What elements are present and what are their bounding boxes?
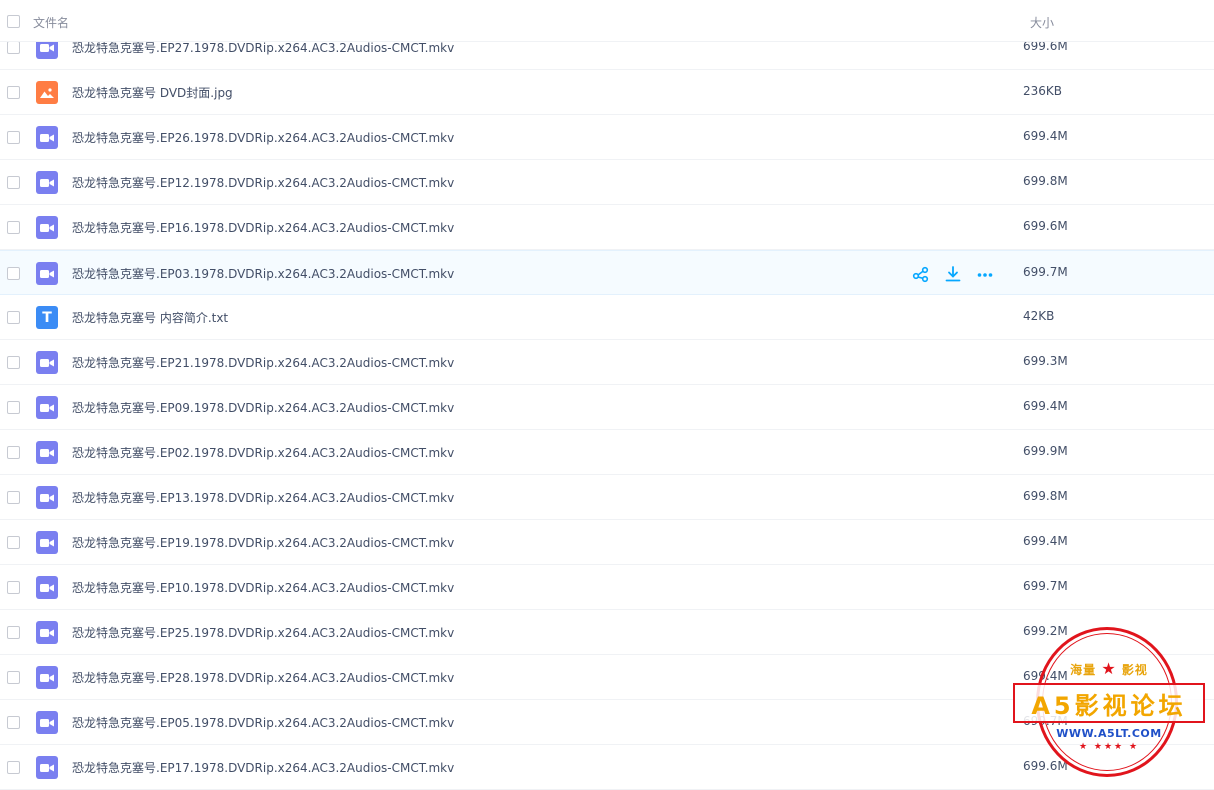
file-name[interactable]: 恐龙特急克塞号.EP16.1978.DVDRip.x264.AC3.2Audio… — [72, 219, 454, 236]
video-file-icon — [36, 216, 58, 239]
video-file-icon — [36, 351, 58, 374]
file-name[interactable]: 恐龙特急克塞号.EP21.1978.DVDRip.x264.AC3.2Audio… — [72, 354, 454, 371]
video-file-icon — [36, 126, 58, 149]
star-icon: ★ — [1101, 659, 1117, 678]
video-file-icon — [36, 666, 58, 689]
file-size: 699.4M — [1023, 129, 1068, 143]
row-checkbox[interactable] — [7, 626, 20, 639]
stamp-stars-icon: ★ ★★★ ★ — [1078, 742, 1140, 752]
file-name[interactable]: 恐龙特急克塞号.EP05.1978.DVDRip.x264.AC3.2Audio… — [72, 714, 454, 731]
file-row[interactable]: 恐龙特急克塞号.EP10.1978.DVDRip.x264.AC3.2Audio… — [0, 565, 1214, 610]
file-size: 699.8M — [1023, 489, 1068, 503]
watermark-stamp: 海量 ★ 影视 A5影视论坛 WWW.A5LT.COM ★ ★★★ ★ — [1010, 627, 1208, 789]
file-name[interactable]: 恐龙特急克塞号.EP12.1978.DVDRip.x264.AC3.2Audio… — [72, 174, 454, 191]
file-row[interactable]: 恐龙特急克塞号 DVD封面.jpg 236KB — [0, 70, 1214, 115]
file-name[interactable]: 恐龙特急克塞号.EP02.1978.DVDRip.x264.AC3.2Audio… — [72, 444, 454, 461]
stamp-top-left: 海量 — [1070, 663, 1097, 677]
select-all-checkbox[interactable] — [7, 15, 20, 28]
file-row[interactable]: 恐龙特急克塞号.EP21.1978.DVDRip.x264.AC3.2Audio… — [0, 340, 1214, 385]
file-row[interactable]: T 恐龙特急克塞号 内容简介.txt 42KB — [0, 295, 1214, 340]
file-size: 699.7M — [1023, 579, 1068, 593]
video-file-icon — [36, 711, 58, 734]
video-file-icon — [36, 576, 58, 599]
file-name[interactable]: 恐龙特急克塞号.EP03.1978.DVDRip.x264.AC3.2Audio… — [72, 265, 454, 282]
file-name[interactable]: 恐龙特急克塞号.EP25.1978.DVDRip.x264.AC3.2Audio… — [72, 624, 454, 641]
file-name[interactable]: 恐龙特急克塞号.EP10.1978.DVDRip.x264.AC3.2Audio… — [72, 579, 454, 596]
file-name[interactable]: 恐龙特急克塞号.EP28.1978.DVDRip.x264.AC3.2Audio… — [72, 669, 454, 686]
video-file-icon — [36, 441, 58, 464]
file-row[interactable]: 恐龙特急克塞号.EP12.1978.DVDRip.x264.AC3.2Audio… — [0, 160, 1214, 205]
file-name[interactable]: 恐龙特急克塞号.EP17.1978.DVDRip.x264.AC3.2Audio… — [72, 759, 454, 776]
file-name[interactable]: 恐龙特急克塞号.EP19.1978.DVDRip.x264.AC3.2Audio… — [72, 534, 454, 551]
row-checkbox[interactable] — [7, 761, 20, 774]
file-size: 699.6M — [1023, 219, 1068, 233]
share-icon[interactable] — [912, 265, 930, 283]
video-file-icon — [36, 756, 58, 779]
row-checkbox[interactable] — [7, 221, 20, 234]
file-name[interactable]: 恐龙特急克塞号 DVD封面.jpg — [72, 84, 233, 101]
file-row[interactable]: 恐龙特急克塞号.EP26.1978.DVDRip.x264.AC3.2Audio… — [0, 115, 1214, 160]
file-row[interactable]: 恐龙特急克塞号.EP16.1978.DVDRip.x264.AC3.2Audio… — [0, 205, 1214, 250]
stamp-top-right: 影视 — [1121, 663, 1148, 677]
stamp-top-text: 海量 ★ 影视 — [1010, 659, 1208, 678]
file-row[interactable]: 恐龙特急克塞号.EP13.1978.DVDRip.x264.AC3.2Audio… — [0, 475, 1214, 520]
download-icon[interactable] — [944, 265, 962, 283]
row-checkbox[interactable] — [7, 536, 20, 549]
file-size: 236KB — [1023, 84, 1063, 98]
file-name[interactable]: 恐龙特急克塞号 内容简介.txt — [72, 309, 228, 326]
file-row[interactable]: 恐龙特急克塞号.EP03.1978.DVDRip.x264.AC3.2Audio… — [0, 250, 1214, 295]
file-list-header: 文件名 大小 — [0, 0, 1214, 42]
row-checkbox[interactable] — [7, 581, 20, 594]
row-checkbox[interactable] — [7, 311, 20, 324]
more-icon[interactable] — [976, 265, 994, 283]
row-actions — [912, 265, 994, 283]
video-file-icon — [36, 171, 58, 194]
row-checkbox[interactable] — [7, 41, 20, 54]
row-checkbox[interactable] — [7, 671, 20, 684]
text-file-icon: T — [36, 306, 58, 329]
video-file-icon — [36, 262, 58, 285]
row-checkbox[interactable] — [7, 716, 20, 729]
image-file-icon — [36, 81, 58, 104]
row-checkbox[interactable] — [7, 446, 20, 459]
file-size: 699.4M — [1023, 534, 1068, 548]
file-row[interactable]: 恐龙特急克塞号.EP19.1978.DVDRip.x264.AC3.2Audio… — [0, 520, 1214, 565]
column-header-size[interactable]: 大小 — [1030, 14, 1054, 31]
video-file-icon — [36, 486, 58, 509]
row-checkbox[interactable] — [7, 86, 20, 99]
row-checkbox[interactable] — [7, 401, 20, 414]
row-checkbox[interactable] — [7, 131, 20, 144]
video-file-icon — [36, 621, 58, 644]
row-checkbox[interactable] — [7, 356, 20, 369]
row-checkbox[interactable] — [7, 491, 20, 504]
file-name[interactable]: 恐龙特急克塞号.EP26.1978.DVDRip.x264.AC3.2Audio… — [72, 129, 454, 146]
file-name[interactable]: 恐龙特急克塞号.EP09.1978.DVDRip.x264.AC3.2Audio… — [72, 399, 454, 416]
video-file-icon — [36, 396, 58, 419]
file-size: 699.8M — [1023, 174, 1068, 188]
row-checkbox[interactable] — [7, 176, 20, 189]
video-file-icon — [36, 531, 58, 554]
file-size: 699.9M — [1023, 444, 1068, 458]
file-size: 699.7M — [1023, 265, 1068, 279]
file-size: 699.3M — [1023, 354, 1068, 368]
file-row[interactable]: 恐龙特急克塞号.EP09.1978.DVDRip.x264.AC3.2Audio… — [0, 385, 1214, 430]
stamp-title: A5影视论坛 — [1013, 683, 1205, 723]
row-checkbox[interactable] — [7, 267, 20, 280]
file-name[interactable]: 恐龙特急克塞号.EP13.1978.DVDRip.x264.AC3.2Audio… — [72, 489, 454, 506]
file-row[interactable]: 恐龙特急克塞号.EP02.1978.DVDRip.x264.AC3.2Audio… — [0, 430, 1214, 475]
file-size: 42KB — [1023, 309, 1055, 323]
stamp-url: WWW.A5LT.COM — [1056, 727, 1162, 740]
column-header-name[interactable]: 文件名 — [33, 14, 69, 31]
file-size: 699.4M — [1023, 399, 1068, 413]
